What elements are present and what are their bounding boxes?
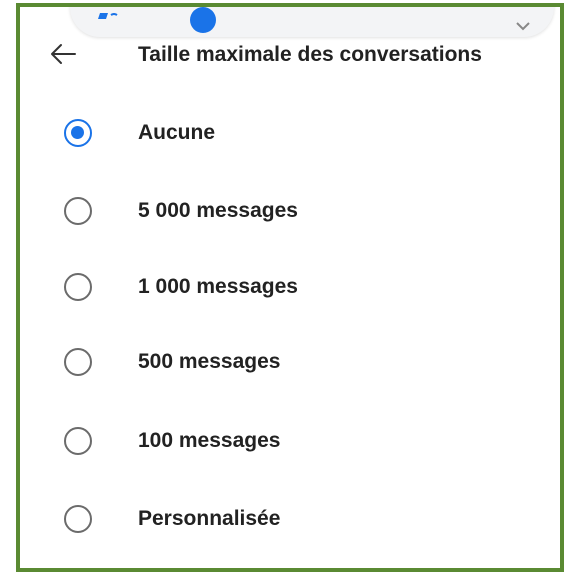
option-aucune[interactable]: Aucune	[20, 103, 560, 163]
back-button[interactable]	[46, 39, 80, 69]
chevron-down-icon[interactable]	[516, 21, 530, 31]
option-label: 500 messages	[138, 350, 281, 373]
radio-button[interactable]	[64, 273, 92, 301]
radio-button-selected[interactable]	[64, 119, 92, 147]
volume-overlay[interactable]	[70, 7, 554, 37]
app-bar: Taille maximale des conversations	[20, 37, 560, 73]
option-100-messages[interactable]: 100 messages	[20, 411, 560, 471]
option-label: Aucune	[138, 121, 216, 144]
radio-button[interactable]	[64, 427, 92, 455]
option-500-messages[interactable]: 500 messages	[20, 332, 560, 392]
option-1000-messages[interactable]: 1 000 messages	[20, 257, 560, 317]
radio-button[interactable]	[64, 505, 92, 533]
radio-button[interactable]	[64, 197, 92, 225]
option-label: 100 messages	[138, 429, 281, 452]
arrow-left-icon	[51, 44, 76, 64]
option-label: Personnalisée	[138, 507, 281, 530]
page-title: Taille maximale des conversations	[138, 43, 482, 66]
radio-button[interactable]	[64, 348, 92, 376]
option-label: 5 000 messages	[138, 199, 298, 222]
option-5000-messages[interactable]: 5 000 messages	[20, 181, 560, 241]
option-label: 1 000 messages	[138, 275, 298, 298]
screenshot-frame: Taille maximale des conversations Aucune…	[16, 3, 564, 572]
option-personnalisee[interactable]: Personnalisée	[20, 489, 560, 549]
volume-icon	[98, 13, 118, 19]
volume-slider-thumb[interactable]	[190, 7, 216, 33]
